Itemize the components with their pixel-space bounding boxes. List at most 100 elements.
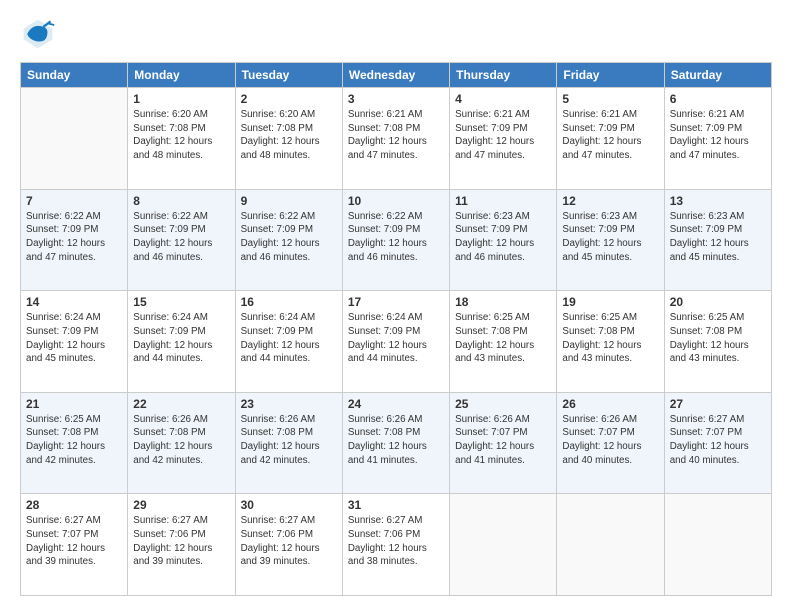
day-number: 17 — [348, 295, 444, 309]
calendar-cell: 23 Sunrise: 6:26 AM Sunset: 7:08 PM Dayli… — [235, 392, 342, 494]
calendar-cell: 16 Sunrise: 6:24 AM Sunset: 7:09 PM Dayli… — [235, 291, 342, 393]
day-number: 25 — [455, 397, 551, 411]
day-number: 16 — [241, 295, 337, 309]
day-info: Sunrise: 6:25 AM Sunset: 7:08 PM Dayligh… — [562, 311, 658, 366]
day-info: Sunrise: 6:26 AM Sunset: 7:08 PM Dayligh… — [241, 413, 337, 468]
day-number: 27 — [670, 397, 766, 411]
day-number: 19 — [562, 295, 658, 309]
day-info: Sunrise: 6:27 AM Sunset: 7:06 PM Dayligh… — [241, 514, 337, 569]
day-info: Sunrise: 6:24 AM Sunset: 7:09 PM Dayligh… — [26, 311, 122, 366]
day-number: 24 — [348, 397, 444, 411]
day-number: 10 — [348, 194, 444, 208]
day-info: Sunrise: 6:26 AM Sunset: 7:08 PM Dayligh… — [348, 413, 444, 468]
calendar-cell: 5Sunrise: 6:21 AM Sunset: 7:09 PM Daylig… — [557, 88, 664, 190]
calendar-cell: 6 Sunrise: 6:21 AM Sunset: 7:09 PM Daylig… — [664, 88, 771, 190]
calendar-week-row: 28Sunrise: 6:27 AM Sunset: 7:07 PM Dayli… — [21, 494, 772, 596]
day-number: 14 — [26, 295, 122, 309]
day-number: 1 — [133, 92, 229, 106]
day-number: 13 — [670, 194, 766, 208]
day-info: Sunrise: 6:21 AM Sunset: 7:08 PM Dayligh… — [348, 108, 444, 163]
day-info: Sunrise: 6:25 AM Sunset: 7:08 PM Dayligh… — [455, 311, 551, 366]
day-info: Sunrise: 6:26 AM Sunset: 7:07 PM Dayligh… — [562, 413, 658, 468]
calendar-cell: 26 Sunrise: 6:26 AM Sunset: 7:07 PM Dayli… — [557, 392, 664, 494]
day-number: 12 — [562, 194, 658, 208]
day-of-week-tuesday: Tuesday — [235, 63, 342, 88]
day-number: 9 — [241, 194, 337, 208]
day-info: Sunrise: 6:26 AM Sunset: 7:08 PM Dayligh… — [133, 413, 229, 468]
calendar-cell: 25Sunrise: 6:26 AM Sunset: 7:07 PM Dayli… — [450, 392, 557, 494]
day-info: Sunrise: 6:24 AM Sunset: 7:09 PM Dayligh… — [133, 311, 229, 366]
day-number: 7 — [26, 194, 122, 208]
calendar-header-row: SundayMondayTuesdayWednesdayThursdayFrid… — [21, 63, 772, 88]
calendar-cell: 3 Sunrise: 6:21 AM Sunset: 7:08 PM Daylig… — [342, 88, 449, 190]
day-info: Sunrise: 6:23 AM Sunset: 7:09 PM Dayligh… — [670, 210, 766, 265]
calendar-cell: 28Sunrise: 6:27 AM Sunset: 7:07 PM Dayli… — [21, 494, 128, 596]
day-number: 11 — [455, 194, 551, 208]
day-number: 6 — [670, 92, 766, 106]
day-number: 28 — [26, 498, 122, 512]
calendar-cell: 9 Sunrise: 6:22 AM Sunset: 7:09 PM Daylig… — [235, 189, 342, 291]
day-info: Sunrise: 6:27 AM Sunset: 7:07 PM Dayligh… — [670, 413, 766, 468]
calendar-week-row: 7 Sunrise: 6:22 AM Sunset: 7:09 PM Daylig… — [21, 189, 772, 291]
day-info: Sunrise: 6:20 AM Sunset: 7:08 PM Dayligh… — [133, 108, 229, 163]
day-info: Sunrise: 6:27 AM Sunset: 7:06 PM Dayligh… — [348, 514, 444, 569]
calendar-cell: 10 Sunrise: 6:22 AM Sunset: 7:09 PM Dayli… — [342, 189, 449, 291]
day-number: 4 — [455, 92, 551, 106]
calendar-cell: 2 Sunrise: 6:20 AM Sunset: 7:08 PM Daylig… — [235, 88, 342, 190]
day-info: Sunrise: 6:24 AM Sunset: 7:09 PM Dayligh… — [241, 311, 337, 366]
day-info: Sunrise: 6:27 AM Sunset: 7:06 PM Dayligh… — [133, 514, 229, 569]
page: SundayMondayTuesdayWednesdayThursdayFrid… — [0, 0, 792, 612]
day-info: Sunrise: 6:21 AM Sunset: 7:09 PM Dayligh… — [670, 108, 766, 163]
calendar-cell: 12 Sunrise: 6:23 AM Sunset: 7:09 PM Dayli… — [557, 189, 664, 291]
calendar-cell: 19 Sunrise: 6:25 AM Sunset: 7:08 PM Dayli… — [557, 291, 664, 393]
calendar: SundayMondayTuesdayWednesdayThursdayFrid… — [20, 62, 772, 596]
calendar-cell: 31 Sunrise: 6:27 AM Sunset: 7:06 PM Dayli… — [342, 494, 449, 596]
day-number: 3 — [348, 92, 444, 106]
day-number: 20 — [670, 295, 766, 309]
day-info: Sunrise: 6:20 AM Sunset: 7:08 PM Dayligh… — [241, 108, 337, 163]
day-number: 23 — [241, 397, 337, 411]
calendar-cell: 24 Sunrise: 6:26 AM Sunset: 7:08 PM Dayli… — [342, 392, 449, 494]
day-number: 26 — [562, 397, 658, 411]
day-number: 22 — [133, 397, 229, 411]
calendar-cell — [557, 494, 664, 596]
day-info: Sunrise: 6:22 AM Sunset: 7:09 PM Dayligh… — [133, 210, 229, 265]
calendar-week-row: 21 Sunrise: 6:25 AM Sunset: 7:08 PM Dayli… — [21, 392, 772, 494]
calendar-cell: 7Sunrise: 6:22 AM Sunset: 7:09 PM Daylig… — [21, 189, 128, 291]
calendar-cell: 20 Sunrise: 6:25 AM Sunset: 7:08 PM Dayli… — [664, 291, 771, 393]
day-info: Sunrise: 6:22 AM Sunset: 7:09 PM Dayligh… — [348, 210, 444, 265]
day-of-week-thursday: Thursday — [450, 63, 557, 88]
day-info: Sunrise: 6:25 AM Sunset: 7:08 PM Dayligh… — [26, 413, 122, 468]
calendar-cell: 18 Sunrise: 6:25 AM Sunset: 7:08 PM Dayli… — [450, 291, 557, 393]
calendar-cell: 29Sunrise: 6:27 AM Sunset: 7:06 PM Dayli… — [128, 494, 235, 596]
day-info: Sunrise: 6:23 AM Sunset: 7:09 PM Dayligh… — [562, 210, 658, 265]
calendar-cell — [21, 88, 128, 190]
calendar-cell: 1 Sunrise: 6:20 AM Sunset: 7:08 PM Daylig… — [128, 88, 235, 190]
day-number: 2 — [241, 92, 337, 106]
day-of-week-friday: Friday — [557, 63, 664, 88]
logo-icon — [20, 16, 56, 52]
calendar-cell: 14 Sunrise: 6:24 AM Sunset: 7:09 PM Dayli… — [21, 291, 128, 393]
calendar-week-row: 1 Sunrise: 6:20 AM Sunset: 7:08 PM Daylig… — [21, 88, 772, 190]
calendar-cell: 30 Sunrise: 6:27 AM Sunset: 7:06 PM Dayli… — [235, 494, 342, 596]
calendar-cell: 27 Sunrise: 6:27 AM Sunset: 7:07 PM Dayli… — [664, 392, 771, 494]
day-number: 21 — [26, 397, 122, 411]
header — [20, 16, 772, 52]
calendar-cell — [450, 494, 557, 596]
calendar-cell: 8 Sunrise: 6:22 AM Sunset: 7:09 PM Daylig… — [128, 189, 235, 291]
day-number: 18 — [455, 295, 551, 309]
calendar-cell — [664, 494, 771, 596]
calendar-cell: 4 Sunrise: 6:21 AM Sunset: 7:09 PM Daylig… — [450, 88, 557, 190]
calendar-cell: 15Sunrise: 6:24 AM Sunset: 7:09 PM Dayli… — [128, 291, 235, 393]
day-info: Sunrise: 6:22 AM Sunset: 7:09 PM Dayligh… — [241, 210, 337, 265]
day-of-week-wednesday: Wednesday — [342, 63, 449, 88]
calendar-week-row: 14 Sunrise: 6:24 AM Sunset: 7:09 PM Dayli… — [21, 291, 772, 393]
calendar-cell: 13 Sunrise: 6:23 AM Sunset: 7:09 PM Dayli… — [664, 189, 771, 291]
day-info: Sunrise: 6:21 AM Sunset: 7:09 PM Dayligh… — [455, 108, 551, 163]
day-number: 8 — [133, 194, 229, 208]
day-number: 30 — [241, 498, 337, 512]
day-number: 31 — [348, 498, 444, 512]
day-info: Sunrise: 6:25 AM Sunset: 7:08 PM Dayligh… — [670, 311, 766, 366]
calendar-cell: 22 Sunrise: 6:26 AM Sunset: 7:08 PM Dayli… — [128, 392, 235, 494]
day-of-week-saturday: Saturday — [664, 63, 771, 88]
